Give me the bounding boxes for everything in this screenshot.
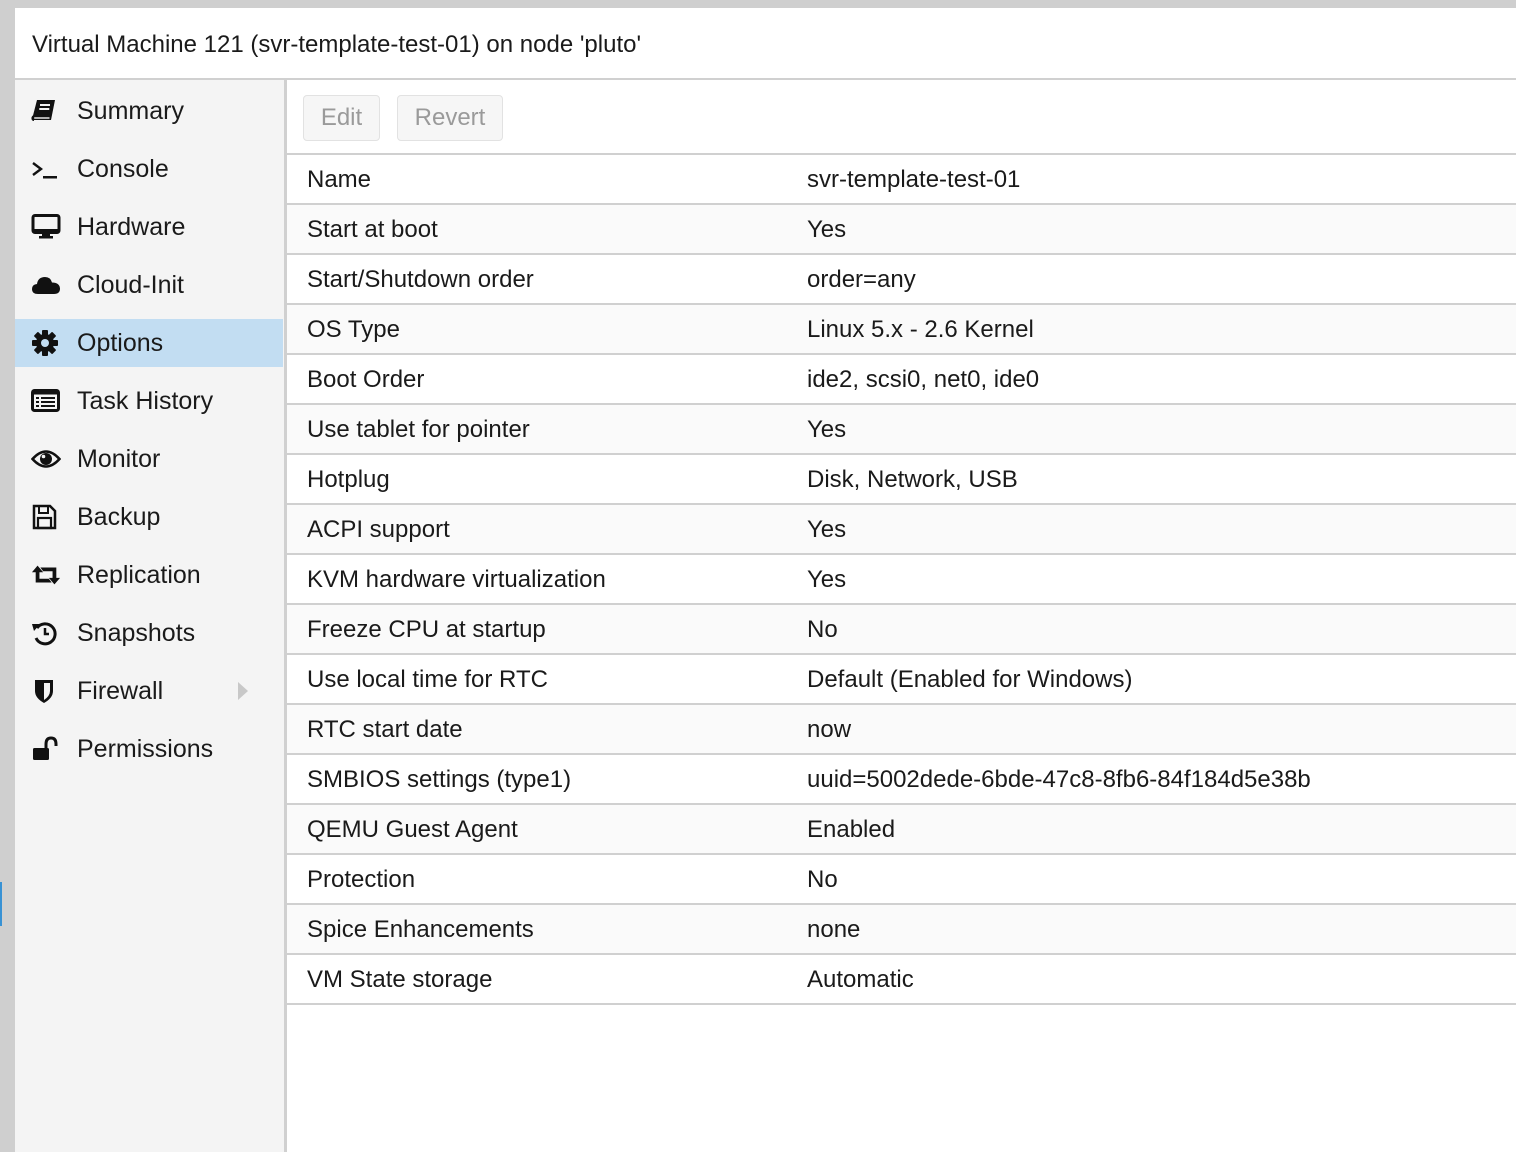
option-value: now [807,716,852,743]
list-alt-icon [31,389,61,413]
sidebar-item-cloud-init[interactable]: Cloud-Init [15,261,283,309]
option-key: Boot Order [307,366,425,393]
option-value: Default (Enabled for Windows) [807,666,1133,693]
sidebar-item-label: Replication [77,561,201,589]
option-row[interactable]: Use tablet for pointer Yes [287,405,1516,455]
sidebar-item-snapshots[interactable]: Snapshots [15,609,283,657]
option-row[interactable]: KVM hardware virtualization Yes [287,555,1516,605]
vm-panel: Virtual Machine 121 (svr-template-test-0… [15,8,1516,1152]
sidebar-item-backup[interactable]: Backup [15,493,283,541]
edit-button[interactable]: Edit [303,95,380,141]
sidebar-item-permissions[interactable]: Permissions [15,725,283,773]
sidebar-item-label: Cloud-Init [77,271,184,299]
option-value: svr-template-test-01 [807,166,1021,193]
options-panel: Edit Revert Name svr-template-test-01 Star… [287,80,1516,1152]
option-value: Automatic [807,966,914,993]
option-key: Hotplug [307,466,390,493]
retweet-icon [31,563,61,587]
background-strip [0,0,15,1152]
desktop-icon [31,214,61,239]
option-key: Protection [307,866,416,893]
toolbar: Edit Revert [287,80,1516,155]
option-row[interactable]: Start at boot Yes [287,205,1516,255]
option-value: Yes [807,216,847,243]
option-value: Linux 5.x - 2.6 Kernel [807,316,1034,343]
option-key: VM State storage [307,966,493,993]
sidebar-item-replication[interactable]: Replication [15,551,283,599]
edge-marker [0,882,2,926]
sidebar-item-label: Options [77,329,164,357]
sidebar-item-label: Backup [77,503,161,531]
eye-icon [31,447,61,471]
cloud-icon [31,273,61,297]
sidebar-item-firewall[interactable]: Firewall [15,667,283,715]
panel-header: Virtual Machine 121 (svr-template-test-0… [15,8,1516,80]
floppy-disk-icon [31,504,61,530]
option-value: uuid=5002dede-6bde-47c8-8fb6-84f184d5e38… [807,766,1311,793]
option-row[interactable]: Boot Order ide2, scsi0, net0, ide0 [287,355,1516,405]
option-row[interactable]: Start/Shutdown order order=any [287,255,1516,305]
sidebar-nav: Summary Console Hardware Cloud-Init Opti… [15,80,287,1152]
shield-icon [31,679,61,703]
sidebar-item-label: Task History [77,387,214,415]
option-row[interactable]: Freeze CPU at startup No [287,605,1516,655]
option-value: Enabled [807,816,896,843]
gear-icon [31,330,61,356]
option-row[interactable]: QEMU Guest Agent Enabled [287,805,1516,855]
option-row[interactable]: ACPI support Yes [287,505,1516,555]
sidebar-item-options[interactable]: Options [15,319,283,367]
sidebar-item-label: Summary [77,97,184,125]
option-row[interactable]: OS Type Linux 5.x - 2.6 Kernel [287,305,1516,355]
book-icon [31,99,61,123]
option-value: Yes [807,516,847,543]
option-key: Freeze CPU at startup [307,616,546,643]
sidebar-item-label: Monitor [77,445,161,473]
option-key: Use local time for RTC [307,666,548,693]
option-value: Yes [807,566,847,593]
option-value: none [807,916,861,943]
option-key: Start at boot [307,216,438,243]
option-value: Disk, Network, USB [807,466,1018,493]
panel-title: Virtual Machine 121 (svr-template-test-0… [32,31,642,58]
sidebar-item-label: Hardware [77,213,186,241]
options-grid: Name svr-template-test-01 Start at boot Yes… [287,155,1516,1005]
option-key: OS Type [307,316,400,343]
option-value: Yes [807,416,847,443]
option-row[interactable]: RTC start date now [287,705,1516,755]
sidebar-item-monitor[interactable]: Monitor [15,435,283,483]
option-row[interactable]: Use local time for RTC Default (Enabled f… [287,655,1516,705]
sidebar-item-console[interactable]: Console [15,145,283,193]
option-key: Spice Enhancements [307,916,534,943]
option-row[interactable]: Spice Enhancements none [287,905,1516,955]
sidebar-item-label: Firewall [77,677,164,705]
sidebar-item-label: Console [77,155,169,183]
option-row[interactable]: Hotplug Disk, Network, USB [287,455,1516,505]
option-key: QEMU Guest Agent [307,816,518,843]
option-row[interactable]: Protection No [287,855,1516,905]
unlock-icon [31,736,61,761]
expand-arrow-icon[interactable] [238,682,248,700]
sidebar-item-label: Permissions [77,735,214,763]
option-key: Start/Shutdown order [307,266,534,293]
sidebar-item-summary[interactable]: Summary [15,87,283,135]
sidebar-item-label: Snapshots [77,619,196,647]
option-key: Name [307,166,372,193]
option-value: No [807,616,838,643]
option-key: Use tablet for pointer [307,416,530,443]
option-key: RTC start date [307,716,463,743]
option-key: KVM hardware virtualization [307,566,606,593]
option-value: No [807,866,838,893]
sidebar-item-task-history[interactable]: Task History [15,377,283,425]
option-key: ACPI support [307,516,450,543]
terminal-icon [31,157,61,181]
option-row[interactable]: VM State storage Automatic [287,955,1516,1005]
sidebar-item-hardware[interactable]: Hardware [15,203,283,251]
option-value: ide2, scsi0, net0, ide0 [807,366,1040,393]
option-key: SMBIOS settings (type1) [307,766,572,793]
option-row[interactable]: SMBIOS settings (type1) uuid=5002dede-6bd… [287,755,1516,805]
history-icon [31,621,61,646]
option-row[interactable]: Name svr-template-test-01 [287,155,1516,205]
revert-button[interactable]: Revert [397,95,503,141]
option-value: order=any [807,266,916,293]
